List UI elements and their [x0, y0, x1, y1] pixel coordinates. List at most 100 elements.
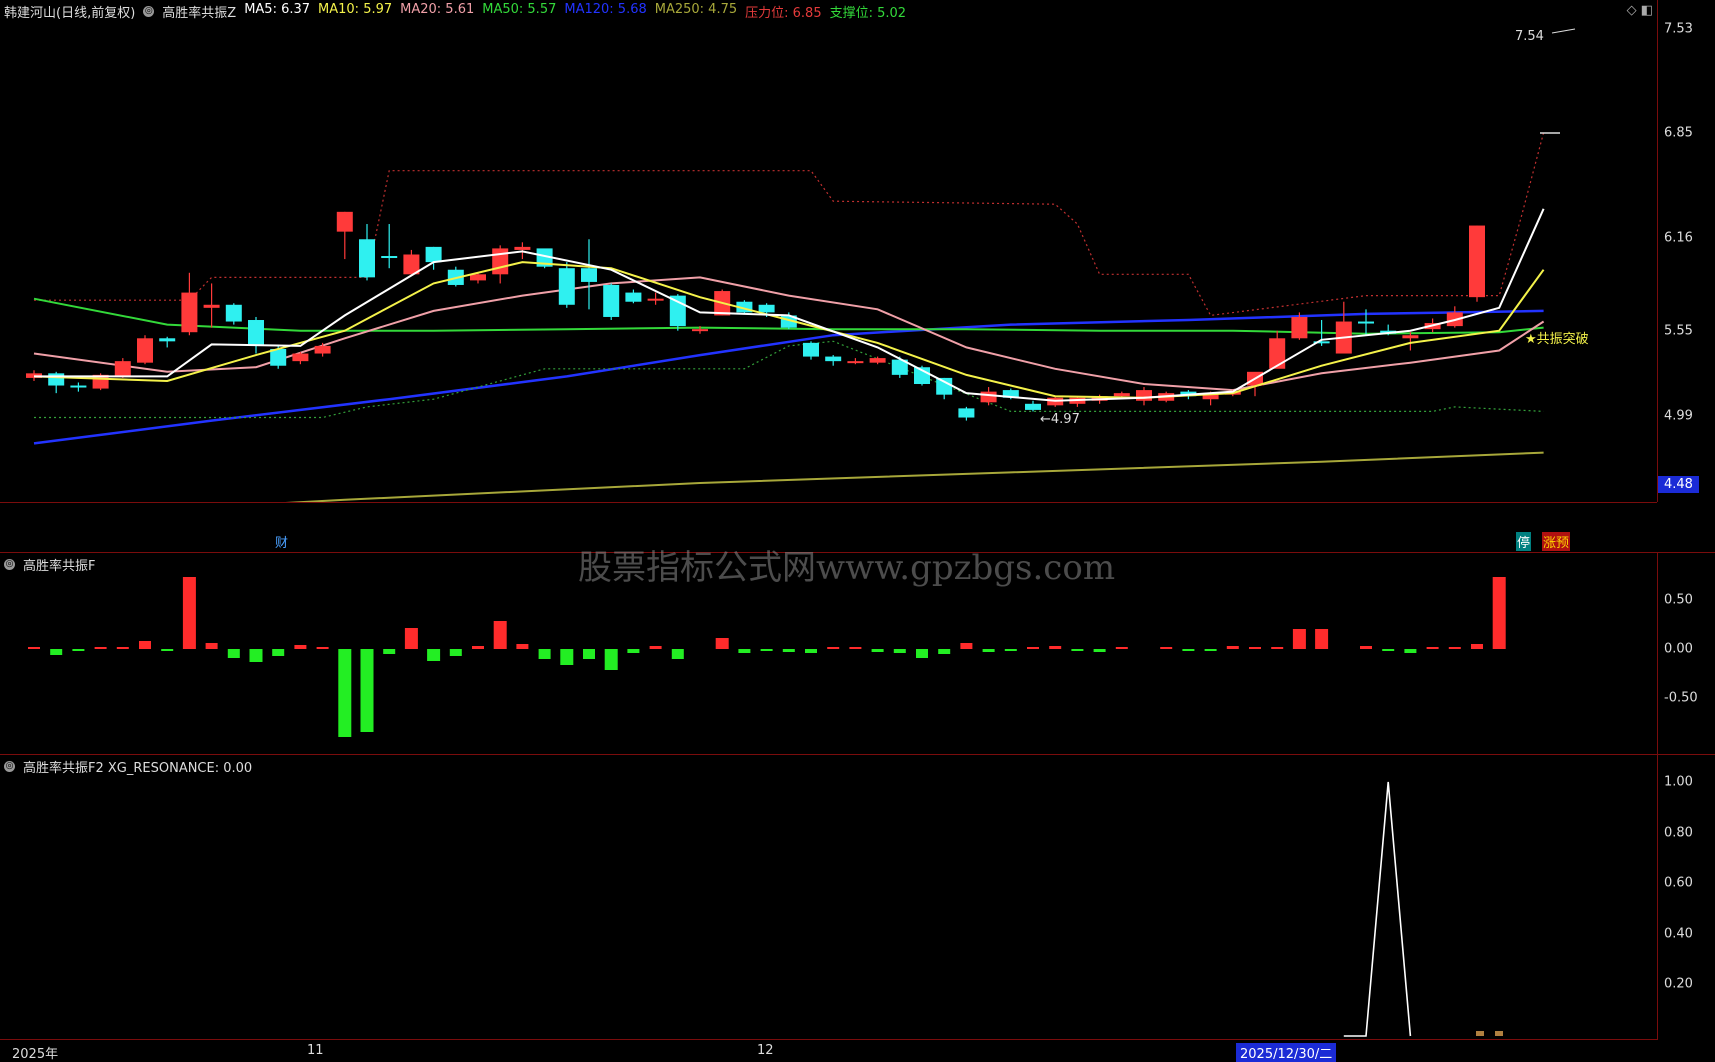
current-price-box: 4.48 — [1658, 476, 1699, 493]
ma-value: MA5: 6.37 — [244, 2, 311, 17]
ma-value: MA120: 5.68 — [564, 2, 647, 17]
f-bar — [1249, 647, 1261, 649]
f-bar — [182, 577, 196, 649]
price-tick: 7.53 — [1664, 21, 1693, 37]
f-bar — [1115, 647, 1128, 649]
candle-down — [381, 256, 398, 259]
ma-value: 支撑位: 5.02 — [829, 6, 907, 21]
price-tick: 6.16 — [1664, 230, 1693, 246]
ma-values: MA5: 6.37 MA10: 5.97 MA20: 5.61 MA50: 5.57 M… — [244, 2, 906, 21]
fin-marker[interactable]: 财 — [275, 532, 288, 551]
indicator-f2-panel[interactable]: ◎ 高胜率共振F2 XG_RESONANCE: 0.00 — [0, 754, 1657, 1040]
price-panel[interactable]: 韩建河山(日线,前复权) ◎ 高胜率共振Z MA5: 6.37 MA10: 5.9… — [0, 0, 1657, 551]
f-bar — [1226, 646, 1239, 649]
high-pointer — [1551, 28, 1576, 34]
candle-up — [470, 274, 486, 281]
f-bar — [404, 628, 418, 649]
f-bar — [1049, 646, 1062, 649]
candle-down — [359, 239, 375, 278]
candle-up — [1469, 225, 1485, 298]
xg-base-marker — [1476, 1031, 1484, 1036]
price-tick: 6.85 — [1664, 125, 1693, 141]
f-bar — [538, 649, 551, 659]
date-cursor-label: 2025/12/30/二 — [1236, 1043, 1337, 1062]
f-bar — [827, 647, 840, 649]
resonance-line-chart[interactable] — [0, 755, 1657, 1040]
indicator-name[interactable]: 高胜率共振Z — [162, 2, 236, 21]
candle-down — [159, 338, 176, 342]
xg-base-marker — [1495, 1031, 1503, 1036]
f-bar — [1027, 647, 1039, 649]
candle-up — [137, 338, 153, 363]
candlestick-chart[interactable]: 7.54 ←4.97 ★共振突破 — [0, 0, 1657, 502]
f-bar — [871, 649, 884, 652]
limit-warn-marker[interactable]: 涨预 — [1542, 532, 1571, 551]
xg-tick: 0.80 — [1664, 825, 1693, 841]
f-bar — [1182, 649, 1195, 651]
candle-down — [1025, 403, 1041, 410]
f-bar — [627, 649, 640, 653]
f-bar — [1426, 647, 1439, 649]
f-bar — [1360, 646, 1372, 649]
candle-up — [1269, 338, 1286, 369]
price-tick: 4.99 — [1664, 408, 1693, 424]
ma-value: MA10: 5.97 — [318, 2, 393, 17]
stop-marker[interactable]: 停 — [1516, 532, 1532, 551]
candle-down — [70, 385, 87, 388]
ma-value: 压力位: 6.85 — [745, 6, 822, 21]
pressure-line — [34, 132, 1545, 317]
candle-up — [692, 329, 708, 332]
panel2-title[interactable]: 高胜率共振F — [23, 555, 95, 574]
f-bar — [960, 643, 973, 649]
settings-icon[interactable]: ◎ — [4, 559, 15, 570]
candle-down — [803, 342, 819, 357]
panel2-header: ◎ 高胜率共振F — [4, 555, 95, 574]
xg-tick: 1.00 — [1664, 774, 1693, 790]
f-bar — [1492, 577, 1506, 649]
price-axis: 7.53 6.85 6.16 5.55 4.99 4.48 — [1657, 0, 1715, 502]
panel3-title[interactable]: 高胜率共振F2 XG_RESONANCE: 0.00 — [23, 757, 252, 776]
settings-icon[interactable]: ◎ — [143, 6, 155, 17]
xg-resonance-line — [1343, 781, 1412, 1037]
ma5-line — [34, 208, 1545, 402]
f-bar — [649, 646, 662, 649]
f-bar — [1382, 649, 1395, 651]
f-bar — [671, 649, 684, 659]
f-bar — [1315, 629, 1329, 649]
f-tick: 0.00 — [1664, 641, 1693, 657]
f-bar — [604, 649, 618, 670]
f-bar — [116, 647, 129, 649]
xg-tick: 0.40 — [1664, 926, 1693, 942]
candle-down — [936, 377, 953, 395]
price-tick: 5.55 — [1664, 323, 1693, 339]
panel3-header: ◎ 高胜率共振F2 XG_RESONANCE: 0.00 — [4, 757, 252, 776]
date-label: 11 — [307, 1043, 324, 1058]
date-axis: 2025年 11 12 2025/12/30/二 — [0, 1039, 1657, 1062]
ma250-line — [285, 451, 1544, 502]
f-bar — [938, 649, 951, 654]
stock-title[interactable]: 韩建河山(日线,前复权) — [4, 2, 135, 21]
f-bar — [50, 649, 63, 655]
settings-icon[interactable]: ◎ — [4, 761, 15, 772]
f-bar — [1404, 649, 1417, 653]
candle-down — [825, 356, 842, 362]
date-label: 12 — [757, 1043, 774, 1058]
candle-up — [847, 361, 864, 364]
f-bar — [472, 646, 484, 649]
f-bar — [360, 649, 374, 732]
f-bar — [249, 649, 263, 662]
f-bar — [139, 641, 151, 649]
high-price-label: 7.54 — [1515, 29, 1544, 44]
candle-down — [958, 408, 975, 418]
f-bar — [1071, 649, 1084, 651]
support-line — [34, 340, 1544, 419]
candle-up — [1113, 393, 1130, 397]
f-bar — [982, 649, 995, 652]
price-header: 韩建河山(日线,前复权) ◎ 高胜率共振Z MA5: 6.37 MA10: 5.9… — [4, 2, 906, 21]
f-bar — [715, 638, 729, 649]
f-bar — [72, 649, 85, 651]
f-bar — [161, 649, 174, 651]
ma-value: MA50: 5.57 — [482, 2, 557, 17]
panel3-axis: 1.00 0.80 0.60 0.40 0.20 — [1657, 754, 1715, 1040]
f-bar — [760, 649, 773, 651]
